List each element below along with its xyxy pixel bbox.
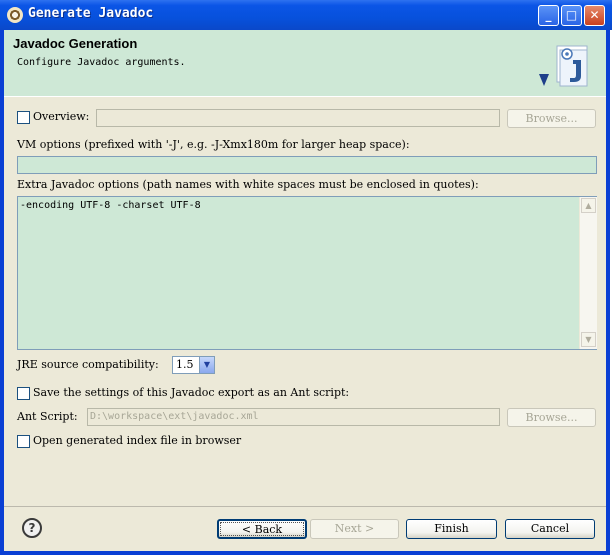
chevron-down-icon[interactable]: ▼ (199, 357, 214, 373)
finish-button[interactable]: Finish (406, 519, 497, 539)
extra-options-scrollbar[interactable]: ▲ ▼ (579, 197, 597, 349)
extra-options-label: Extra Javadoc options (path names with w… (17, 178, 479, 191)
minimize-icon: _ (545, 8, 552, 22)
help-icon[interactable]: ? (22, 518, 42, 538)
button-bar-separator (4, 506, 606, 507)
next-button[interactable]: Next > (310, 519, 399, 539)
minimize-button[interactable]: _ (538, 5, 559, 26)
overview-checkbox[interactable] (17, 111, 30, 124)
open-index-checkbox[interactable] (17, 435, 30, 448)
open-index-label: Open generated index file in browser (33, 434, 242, 447)
jre-label: JRE source compatibility: (17, 358, 159, 371)
vm-options-field[interactable] (17, 156, 597, 174)
window-title: Generate Javadoc (28, 6, 154, 21)
eclipse-icon (7, 7, 23, 23)
save-ant-checkbox[interactable] (17, 387, 30, 400)
jre-select[interactable]: 1.5 ▼ (172, 356, 215, 374)
ant-script-path: D:\workspace\ext\javadoc.xml (90, 411, 259, 422)
extra-options-textarea[interactable]: -encoding UTF-8 -charset UTF-8 ▲ ▼ (17, 196, 597, 350)
save-ant-label: Save the settings of this Javadoc export… (33, 386, 350, 399)
close-button[interactable]: ✕ (584, 5, 605, 26)
back-button[interactable]: < Back (217, 519, 307, 539)
extra-options-text: -encoding UTF-8 -charset UTF-8 (20, 200, 201, 211)
ant-script-label: Ant Script: (17, 410, 78, 423)
ant-browse-button[interactable]: Browse... (507, 408, 596, 427)
page-title: Javadoc Generation (13, 36, 138, 51)
scroll-up-icon[interactable]: ▲ (581, 198, 596, 213)
maximize-button[interactable]: □ (561, 5, 582, 26)
header-separator (4, 96, 606, 97)
close-icon: ✕ (589, 8, 600, 22)
javadoc-wizard-icon (539, 45, 588, 87)
window-border-right (606, 30, 610, 555)
cancel-button[interactable]: Cancel (505, 519, 595, 539)
ant-script-field[interactable]: D:\workspace\ext\javadoc.xml (87, 408, 500, 426)
overview-field[interactable] (96, 109, 500, 127)
maximize-icon: □ (565, 8, 578, 22)
vm-options-label: VM options (prefixed with '-J', e.g. -J-… (17, 138, 410, 151)
overview-browse-button[interactable]: Browse... (507, 109, 596, 128)
scroll-down-icon[interactable]: ▼ (581, 332, 596, 347)
window-border-bottom (0, 551, 610, 555)
jre-selected-value: 1.5 (176, 358, 194, 371)
overview-label: Overview: (33, 110, 90, 123)
page-description: Configure Javadoc arguments. (17, 57, 186, 68)
